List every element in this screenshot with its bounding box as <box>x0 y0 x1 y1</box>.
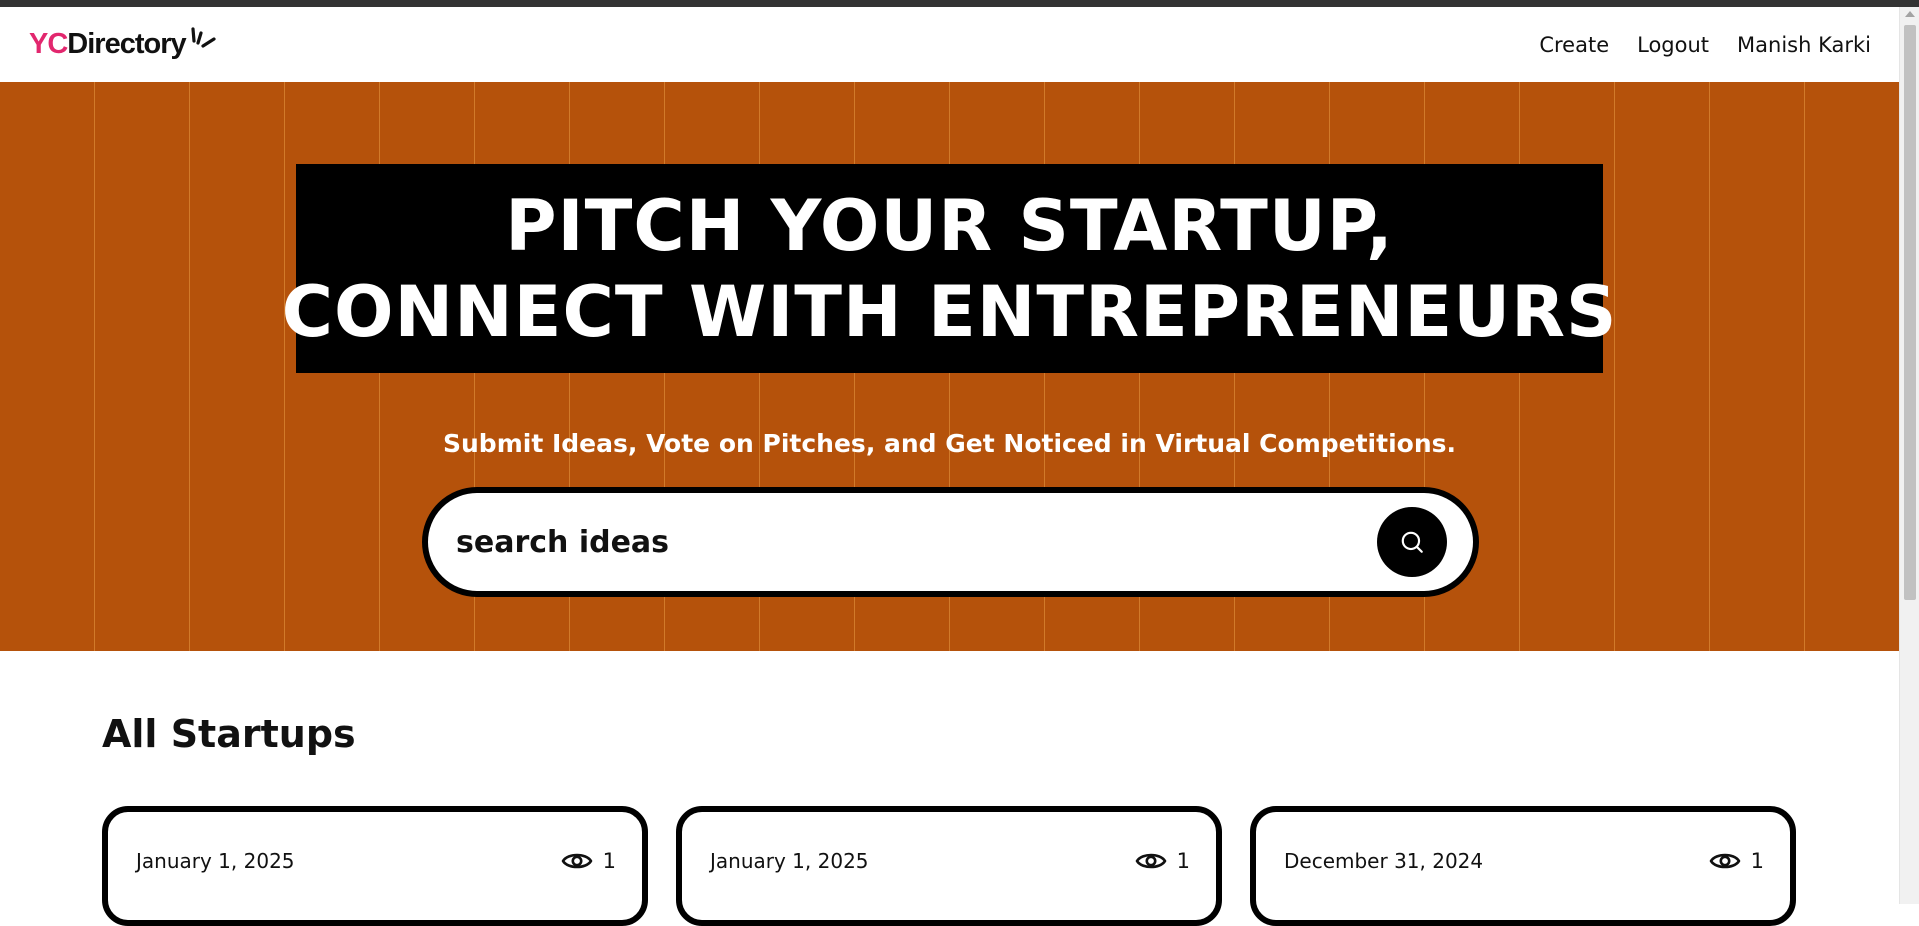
card-views: 1 <box>1709 849 1764 873</box>
search-form <box>422 487 1479 597</box>
card-views-count: 1 <box>1750 849 1764 873</box>
nav-profile-link[interactable]: Manish Karki <box>1737 33 1871 57</box>
startup-card[interactable]: December 31, 2024 1 <box>1250 806 1796 926</box>
startup-cards: January 1, 2025 1 January 1, 2025 1 Dece… <box>102 806 1797 926</box>
card-header: January 1, 2025 1 <box>710 849 1190 873</box>
card-date: January 1, 2025 <box>136 849 295 873</box>
eye-icon <box>1135 853 1166 869</box>
page-scrollbar[interactable] <box>1899 7 1919 904</box>
logo-yc: YC <box>29 28 68 60</box>
logo-link[interactable]: YC Directory <box>29 26 219 61</box>
hero-section: PITCH YOUR STARTUP, CONNECT WITH ENTREPR… <box>0 82 1899 651</box>
hero-headline: PITCH YOUR STARTUP, CONNECT WITH ENTREPR… <box>282 164 1616 373</box>
all-startups-title: All Startups <box>102 712 356 756</box>
navbar: YC Directory Create Logout Manish Karki <box>0 7 1899 82</box>
nav-links: Create Logout Manish Karki <box>1539 33 1871 57</box>
nav-create-link[interactable]: Create <box>1539 33 1609 57</box>
search-icon <box>1401 531 1423 553</box>
scrollbar-thumb[interactable] <box>1904 25 1916 600</box>
search-button[interactable] <box>1377 507 1447 577</box>
headline-line-1: PITCH YOUR STARTUP, <box>505 184 1394 267</box>
card-views: 1 <box>561 849 616 873</box>
browser-top-strip <box>0 0 1919 7</box>
eye-icon <box>561 853 592 869</box>
search-input[interactable] <box>454 523 1377 561</box>
startup-card[interactable]: January 1, 2025 1 <box>676 806 1222 926</box>
card-date: January 1, 2025 <box>710 849 869 873</box>
headline-line-2: CONNECT WITH ENTREPRENEURS <box>281 270 1618 353</box>
card-header: December 31, 2024 1 <box>1284 849 1764 873</box>
startup-card[interactable]: January 1, 2025 1 <box>102 806 648 926</box>
card-header: January 1, 2025 1 <box>136 849 616 873</box>
eye-icon <box>1709 853 1740 869</box>
card-views-count: 1 <box>602 849 616 873</box>
card-views-count: 1 <box>1176 849 1190 873</box>
logo-directory: Directory <box>67 28 186 60</box>
spark-icon <box>191 26 216 48</box>
scrollbar-up-arrow-icon[interactable] <box>1905 11 1915 17</box>
hero-subtitle: Submit Ideas, Vote on Pitches, and Get N… <box>443 429 1456 458</box>
card-views: 1 <box>1135 849 1190 873</box>
card-date: December 31, 2024 <box>1284 849 1484 873</box>
nav-logout-link[interactable]: Logout <box>1637 33 1709 57</box>
